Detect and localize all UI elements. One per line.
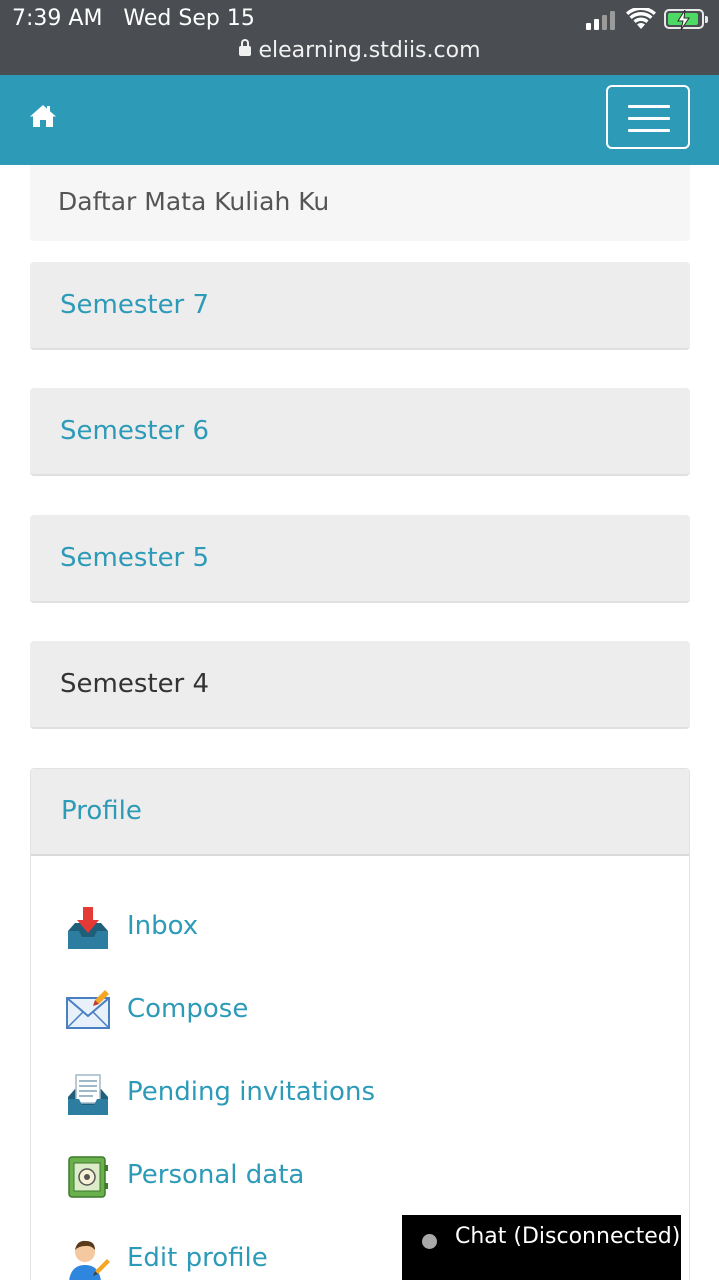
safe-icon: [68, 1156, 108, 1198]
profile-panel: Profile Inbox Compose Pending invitation…: [30, 768, 690, 1280]
url-text: elearning.stdiis.com: [258, 38, 481, 63]
chat-label[interactable]: Chat (Disconnected): [455, 1224, 680, 1249]
user-edit-icon: [69, 1240, 110, 1280]
profile-item-label[interactable]: Personal data: [127, 1160, 304, 1190]
semester-card-4[interactable]: Semester 4: [30, 641, 690, 729]
status-bar: 7:39 AM Wed Sep 15 elearning.stdiis.com: [0, 0, 719, 75]
semester-link[interactable]: Semester 7: [60, 290, 209, 320]
semester-card-7[interactable]: Semester 7: [30, 262, 690, 350]
breadcrumb-label: Daftar Mata Kuliah Ku: [58, 187, 330, 216]
profile-item-label[interactable]: Compose: [127, 994, 248, 1024]
top-navbar: [0, 75, 719, 165]
pending-invitations-icon: [68, 1074, 108, 1115]
semester-link[interactable]: Semester 5: [60, 543, 209, 573]
address-bar[interactable]: elearning.stdiis.com: [0, 38, 719, 63]
semester-card-5[interactable]: Semester 5: [30, 515, 690, 603]
chat-status-icon: [422, 1234, 437, 1249]
breadcrumb: Daftar Mata Kuliah Ku: [30, 165, 690, 241]
profile-item-label[interactable]: Edit profile: [127, 1243, 268, 1273]
time-text: 7:39 AM: [12, 6, 103, 31]
profile-item-label[interactable]: Inbox: [127, 911, 198, 941]
home-icon[interactable]: [28, 101, 58, 131]
wifi-icon: [626, 8, 656, 29]
profile-item-label[interactable]: Pending invitations: [127, 1077, 375, 1107]
status-time: 7:39 AM Wed Sep 15: [12, 6, 255, 31]
chat-widget[interactable]: Chat (Disconnected): [402, 1215, 681, 1280]
profile-item-compose[interactable]: Compose: [65, 986, 665, 1036]
profile-item-personal-data[interactable]: Personal data: [65, 1152, 665, 1202]
inbox-icon: [68, 907, 108, 949]
envelope-icon: [66, 990, 110, 1029]
semester-link[interactable]: Semester 6: [60, 416, 209, 446]
menu-toggle-button[interactable]: [606, 85, 690, 149]
battery-icon: [664, 9, 708, 30]
semester-card-6[interactable]: Semester 6: [30, 388, 690, 476]
date-text: Wed Sep 15: [123, 6, 255, 31]
lock-icon: [238, 39, 251, 56]
profile-item-inbox[interactable]: Inbox: [65, 903, 665, 953]
cellular-signal-icon: [586, 10, 618, 30]
profile-title[interactable]: Profile: [61, 796, 142, 826]
profile-item-pending-invitations[interactable]: Pending invitations: [65, 1069, 665, 1119]
semester-link[interactable]: Semester 4: [60, 669, 209, 699]
profile-header[interactable]: Profile: [31, 769, 689, 856]
hamburger-menu-icon: [628, 105, 670, 108]
